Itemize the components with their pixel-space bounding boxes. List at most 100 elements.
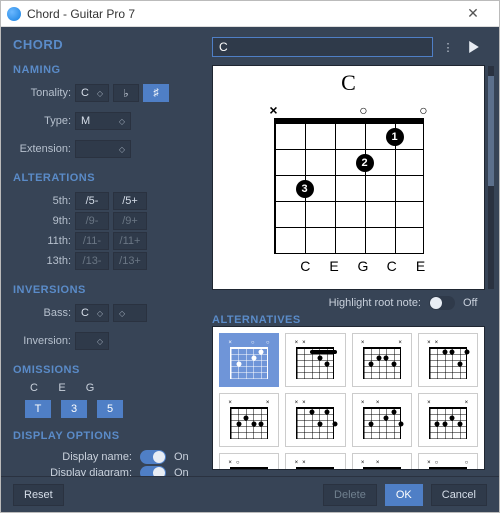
string-marks: ×○○ xyxy=(274,102,424,116)
alteration-minus: /11- xyxy=(75,232,109,250)
alteration-row: 11th:/11-/11+ xyxy=(13,232,194,250)
scroll-thumb[interactable] xyxy=(488,76,494,186)
chord-input-row: ⋮ xyxy=(212,37,485,57)
titlebar: Chord - Guitar Pro 7 ✕ xyxy=(1,1,499,27)
finger-dot: 3 xyxy=(296,180,314,198)
delete-button[interactable]: Delete xyxy=(323,484,377,506)
mute-mark: × xyxy=(269,102,277,118)
extension-row: Extension: ◇ xyxy=(13,140,194,158)
finger-dot: 2 xyxy=(356,154,374,172)
bottom-note: G xyxy=(355,258,371,274)
alteration-plus: /11+ xyxy=(113,232,147,250)
caret-icon: ◇ xyxy=(97,337,103,346)
inversions-header: INVERSIONS xyxy=(13,284,194,296)
highlight-toggle[interactable] xyxy=(429,296,455,310)
play-button[interactable] xyxy=(463,37,485,57)
caret-icon: ◇ xyxy=(119,145,125,154)
sharp-button[interactable]: ♯ xyxy=(143,84,169,102)
alteration-plus[interactable]: /5+ xyxy=(113,192,147,210)
window-title: Chord - Guitar Pro 7 xyxy=(27,7,453,21)
tonality-select[interactable]: C◇ xyxy=(75,84,109,102)
window-close-button[interactable]: ✕ xyxy=(453,5,493,22)
bottom-notes: CEGCE xyxy=(269,258,429,274)
highlight-row: Highlight root note: Off xyxy=(212,296,483,310)
alternatives-grid: ×○○×××××××××××××××○×××××○○ xyxy=(212,326,485,470)
alteration-minus: /9- xyxy=(75,212,109,230)
alteration-row: 9th: /9-/9+ xyxy=(13,212,194,230)
bottom-note: E xyxy=(326,258,342,274)
caret-icon: ◇ xyxy=(119,117,125,126)
alterations-header: ALTERATIONS xyxy=(13,172,194,184)
chord-name-input[interactable] xyxy=(212,37,433,57)
alteration-plus: /13+ xyxy=(113,252,147,270)
type-row: Type: M◇ xyxy=(13,112,194,130)
alternative-thumb[interactable]: ×× xyxy=(418,393,478,447)
inversion-select[interactable]: ◇ xyxy=(75,332,109,350)
naming-header: NAMING xyxy=(13,64,194,76)
bass-stepper[interactable]: ◇ xyxy=(113,304,147,322)
alternative-thumb[interactable]: ×× xyxy=(352,393,412,447)
more-icon[interactable]: ⋮ xyxy=(439,41,457,54)
display-option-label: Display name: xyxy=(62,451,132,463)
alternative-thumb[interactable]: ×○○ xyxy=(418,453,478,470)
tonality-row: Tonality: C◇ ♭ ♯ xyxy=(13,84,194,102)
bass-label: Bass: xyxy=(13,307,71,319)
content: CHORD NAMING Tonality: C◇ ♭ ♯ Type: M◇ E… xyxy=(1,27,499,476)
alteration-row: 5th: /5-/5+ xyxy=(13,192,194,210)
alternative-thumb[interactable]: ×× xyxy=(418,333,478,387)
alternative-thumb[interactable]: ×× xyxy=(219,393,279,447)
flat-button[interactable]: ♭ xyxy=(113,84,139,102)
open-mark: ○ xyxy=(419,102,427,118)
chord-header: CHORD xyxy=(13,37,194,52)
alteration-minus[interactable]: /5- xyxy=(75,192,109,210)
alternative-thumb[interactable]: ×○ xyxy=(219,453,279,470)
display-option-row: Display name: On xyxy=(13,450,194,464)
type-select[interactable]: M◇ xyxy=(75,112,131,130)
highlight-state: Off xyxy=(463,297,483,309)
right-pane: ⋮ C ×○○ 123 CEGCE Highlight root note: O… xyxy=(206,27,499,476)
alteration-label: 13th: xyxy=(13,255,71,267)
alternative-thumb[interactable]: ×○○ xyxy=(219,333,279,387)
alternative-thumb[interactable]: ×× xyxy=(285,453,345,470)
alteration-row: 13th: /13-/13+ xyxy=(13,252,194,270)
bass-select[interactable]: C◇ xyxy=(75,304,109,322)
display-option-state: On xyxy=(174,467,194,476)
alteration-minus: /13- xyxy=(75,252,109,270)
display-option-toggle[interactable] xyxy=(140,466,166,476)
open-mark: ○ xyxy=(359,102,367,118)
ok-button[interactable]: OK xyxy=(385,484,423,506)
omission-chip[interactable]: T xyxy=(25,400,51,418)
scrollbar[interactable] xyxy=(488,66,494,289)
alteration-label: 9th: xyxy=(13,215,71,227)
inversion-row: Inversion: ◇ xyxy=(13,332,194,350)
chord-title: C xyxy=(213,66,484,96)
bottom-note: C xyxy=(297,258,313,274)
omissions-vals: T 3 5 xyxy=(13,400,194,418)
tonality-label: Tonality: xyxy=(13,87,71,99)
alternative-thumb[interactable]: ×× xyxy=(285,393,345,447)
caret-icon: ◇ xyxy=(97,309,103,318)
alternatives-section: ALTERNATIVES ×○○×××××××××××××××○×××××○○ xyxy=(212,314,485,470)
chord-dialog: Chord - Guitar Pro 7 ✕ CHORD NAMING Tona… xyxy=(0,0,500,513)
alteration-label: 5th: xyxy=(13,195,71,207)
omission-chip[interactable]: 3 xyxy=(61,400,87,418)
display-option-toggle[interactable] xyxy=(140,450,166,464)
cancel-button[interactable]: Cancel xyxy=(431,484,487,506)
bottom-note xyxy=(269,258,285,274)
display-option-state: On xyxy=(174,451,194,463)
omissions-heads: C E G xyxy=(13,382,194,394)
chord-diagram[interactable]: C ×○○ 123 CEGCE xyxy=(212,65,485,290)
reset-button[interactable]: Reset xyxy=(13,484,64,506)
alternative-thumb[interactable]: ×× xyxy=(352,333,412,387)
finger-dot: 1 xyxy=(386,128,404,146)
omission-head: G xyxy=(81,382,99,394)
display-option-label: Display diagram: xyxy=(50,467,132,476)
omission-head: C xyxy=(25,382,43,394)
alternative-thumb[interactable]: ×× xyxy=(285,333,345,387)
extension-select[interactable]: ◇ xyxy=(75,140,131,158)
fret-grid: 12 3 xyxy=(274,124,424,254)
alteration-plus: /9+ xyxy=(113,212,147,230)
alternative-thumb[interactable]: ×× xyxy=(352,453,412,470)
omission-chip[interactable]: 5 xyxy=(97,400,123,418)
inversion-label: Inversion: xyxy=(13,335,71,347)
